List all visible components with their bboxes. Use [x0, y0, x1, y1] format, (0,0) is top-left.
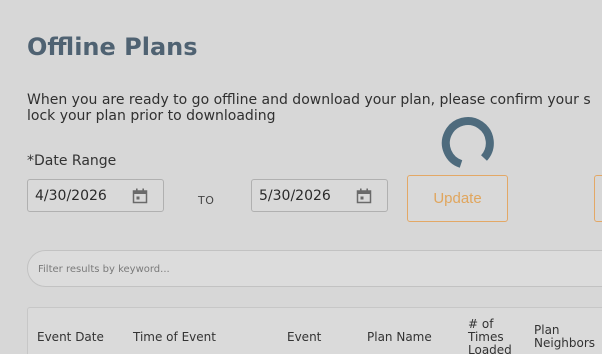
- page-description: When you are ready to go offline and dow…: [27, 92, 591, 124]
- table-header-row: Event Date Time of Event Event Plan Name…: [27, 307, 602, 354]
- update-button[interactable]: Update: [407, 175, 508, 222]
- calendar-icon[interactable]: [132, 188, 148, 204]
- description-line-1: When you are ready to go offline and dow…: [27, 92, 591, 108]
- filter-input[interactable]: [38, 260, 438, 278]
- column-header-plan-neighbors[interactable]: Plan Neighbors: [534, 324, 595, 350]
- column-header-plan-name[interactable]: Plan Name: [367, 331, 432, 344]
- to-label: TO: [198, 194, 215, 207]
- end-date-field[interactable]: 5/30/2026: [251, 179, 388, 212]
- offline-plans-page: Offline Plans When you are ready to go o…: [0, 0, 602, 354]
- date-range-label: *Date Range: [27, 153, 117, 169]
- start-date-field[interactable]: 4/30/2026: [27, 179, 164, 212]
- plan-neighbors-line-2: Neighbors: [534, 336, 596, 350]
- start-date-value: 4/30/2026: [35, 188, 107, 204]
- description-line-2: lock your plan prior to downloading: [27, 108, 276, 124]
- column-header-time-of-event[interactable]: Time of Event: [133, 331, 216, 344]
- column-header-event-date[interactable]: Event Date: [37, 331, 104, 344]
- column-header-event[interactable]: Event: [287, 331, 321, 344]
- column-header-times-loaded[interactable]: # of Times Loaded: [468, 318, 512, 354]
- times-loaded-line-3: Loaded: [468, 343, 512, 354]
- calendar-icon[interactable]: [356, 188, 372, 204]
- page-title: Offline Plans: [27, 33, 198, 61]
- loading-spinner-icon: [437, 113, 499, 175]
- secondary-action-button[interactable]: [594, 175, 602, 222]
- end-date-value: 5/30/2026: [259, 188, 331, 204]
- filter-search-box[interactable]: [27, 250, 602, 287]
